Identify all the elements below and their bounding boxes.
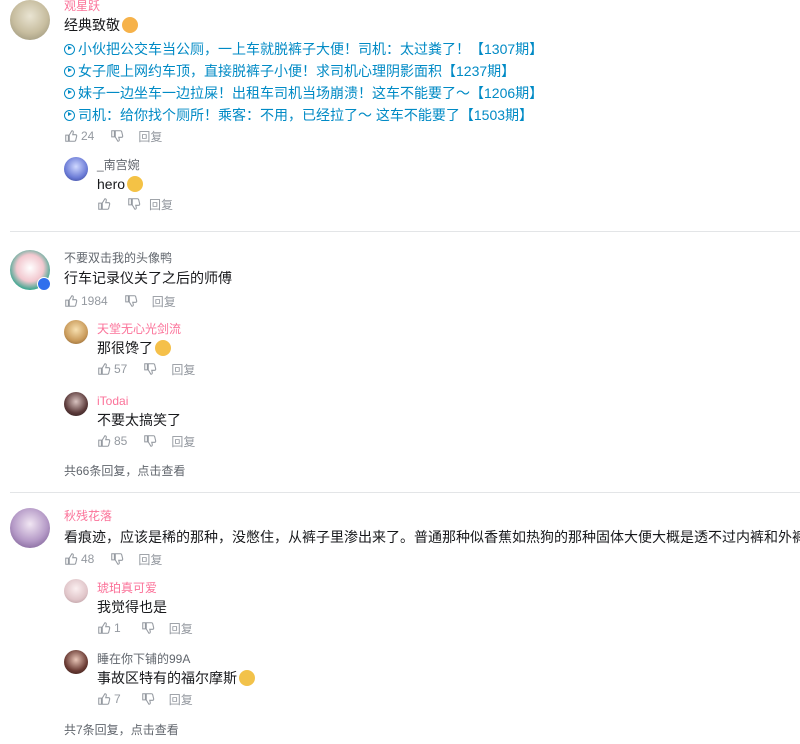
video-link[interactable]: 小伙把公交车当公厕，一上车就脱裤子大便！司机：太过粪了！【1307期】 [64, 39, 543, 59]
thumb-up-icon [65, 553, 78, 565]
reply-actions: 57 回复 [97, 361, 195, 377]
reply-text: 我觉得也是 [97, 599, 167, 615]
reply-text: 事故区特有的福尔摩斯 [97, 668, 255, 688]
thumb-down-icon[interactable] [143, 362, 157, 376]
thumb-down-icon[interactable] [110, 129, 124, 143]
play-icon [64, 43, 75, 55]
comment-text: 经典致敬 [64, 15, 138, 35]
like-count: 1984 [81, 294, 108, 308]
video-link[interactable]: 妹子一边坐车一边拉屎！出租车司机当场崩溃！这车不能要了～【1206期】 [64, 83, 543, 103]
thumb-down-icon[interactable] [141, 621, 155, 635]
view-replies-link[interactable]: 点击查看 [137, 464, 185, 478]
reply-text-content: 那很馋了 [97, 340, 153, 356]
thumb-up-icon [98, 363, 111, 375]
reply-button[interactable]: 回复 [171, 433, 195, 450]
comment-actions: 48 回复 [64, 551, 162, 567]
video-link-label: 妹子一边坐车一边拉屎！出租车司机当场崩溃！这车不能要了～【1206期】 [78, 85, 544, 101]
comment-username[interactable]: 观星跃 [64, 0, 100, 13]
view-replies-link[interactable]: 点击查看 [131, 723, 179, 737]
comment-actions: 1984 回复 [64, 293, 176, 309]
like-button[interactable]: 1 [97, 621, 121, 635]
like-button[interactable]: 85 [97, 434, 127, 448]
like-count: 48 [81, 552, 95, 566]
reply-button[interactable]: 回复 [138, 128, 162, 145]
video-link[interactable]: 女子爬上网约车顶，直接脱裤子小便！求司机心理阴影面积【1237期】 [64, 61, 515, 81]
reply-button[interactable]: 回复 [169, 620, 193, 637]
video-link-label: 司机：给你找个厕所！乘客：不用，已经拉了～ 这车不能要了【1503期】 [78, 107, 534, 123]
thumb-down-icon[interactable] [110, 552, 124, 566]
reply-avatar[interactable] [64, 579, 88, 603]
like-count: 1 [114, 621, 121, 635]
thumb-down-icon[interactable] [124, 294, 138, 308]
reply-username[interactable]: 天堂无心光剑流 [97, 322, 181, 336]
video-link[interactable]: 司机：给你找个厕所！乘客：不用，已经拉了～ 这车不能要了【1503期】 [64, 105, 533, 125]
play-icon [64, 109, 75, 121]
play-icon [64, 65, 75, 77]
reply-actions: 回复 [97, 196, 173, 212]
comment-divider [10, 492, 800, 493]
comment-username[interactable]: 秋残花落 [64, 509, 112, 523]
thumb-up-icon [98, 693, 111, 705]
reply-button[interactable]: 回复 [138, 551, 162, 568]
reply-username[interactable]: 睡在你下铺的99A [97, 652, 190, 666]
reply-avatar[interactable] [64, 157, 88, 181]
reply-count-text: 共7条回复， [64, 723, 131, 737]
reply-username[interactable]: _南宫婉 [97, 158, 140, 172]
reply-button[interactable]: 回复 [149, 196, 173, 213]
comment-username[interactable]: 不要双击我的头像鸭 [64, 251, 172, 265]
reply-text-content: hero [97, 176, 126, 192]
comment-divider [10, 231, 800, 232]
reply-button[interactable]: 回复 [169, 691, 193, 708]
comment-text: 行车记录仪关了之后的师傅 [64, 270, 232, 286]
like-count: 24 [81, 129, 95, 143]
view-more-replies: 共7条回复，点击查看 [64, 721, 179, 738]
like-button[interactable]: 1984 [64, 294, 108, 308]
like-button[interactable]: 57 [97, 362, 127, 376]
cat-emoji-icon [127, 176, 144, 192]
thumb-up-icon [98, 435, 111, 447]
reply-avatar[interactable] [64, 320, 88, 344]
reply-username[interactable]: 琥珀真可爱 [97, 581, 157, 595]
thumb-up-icon [65, 130, 78, 142]
like-button[interactable]: 48 [64, 552, 94, 566]
reply-avatar[interactable] [64, 392, 88, 416]
thumb-down-icon[interactable] [143, 434, 157, 448]
verified-badge-icon [37, 277, 51, 291]
wink-emoji-icon [239, 670, 255, 686]
reply-text-content: 事故区特有的福尔摩斯 [97, 670, 237, 686]
reply-actions: 7 回复 [97, 691, 193, 707]
thumb-down-icon[interactable] [127, 197, 141, 211]
reply-avatar[interactable] [64, 650, 88, 674]
like-button[interactable]: 7 [97, 692, 121, 706]
comment-actions: 24 回复 [64, 128, 162, 144]
reply-actions: 85 回复 [97, 433, 195, 449]
comment-text-content: 经典致敬 [64, 17, 120, 33]
reply-text: 那很馋了 [97, 338, 171, 358]
thumb-up-icon [98, 622, 111, 634]
cat-emoji-icon [122, 17, 138, 33]
reply-username[interactable]: iTodai [97, 394, 128, 408]
avatar[interactable] [10, 508, 50, 548]
play-icon [64, 87, 75, 99]
reply-count-text: 共66条回复， [64, 464, 138, 478]
like-count: 85 [114, 434, 128, 448]
thumb-up-icon[interactable] [97, 197, 111, 211]
video-link-label: 女子爬上网约车顶，直接脱裤子小便！求司机心理阴影面积【1237期】 [78, 63, 516, 79]
drool-emoji-icon [155, 340, 171, 356]
thumb-down-icon[interactable] [141, 692, 155, 706]
video-link-label: 小伙把公交车当公厕，一上车就脱裤子大便！司机：太过粪了！【1307期】 [78, 41, 544, 57]
avatar[interactable] [10, 0, 50, 40]
reply-actions: 1 回复 [97, 620, 193, 636]
reply-button[interactable]: 回复 [152, 293, 176, 310]
reply-text: 不要太搞笑了 [97, 412, 181, 428]
like-count: 7 [114, 692, 121, 706]
comment-text: 看痕迹，应该是稀的那种，没憋住，从裤子里渗出来了。普通那种似香蕉如热狗的那种固体… [64, 529, 800, 545]
reply-button[interactable]: 回复 [171, 361, 195, 378]
view-more-replies: 共66条回复，点击查看 [64, 462, 185, 479]
like-count: 57 [114, 362, 128, 376]
like-button[interactable]: 24 [64, 129, 94, 143]
thumb-up-icon [65, 295, 78, 307]
reply-text: hero [97, 174, 144, 194]
